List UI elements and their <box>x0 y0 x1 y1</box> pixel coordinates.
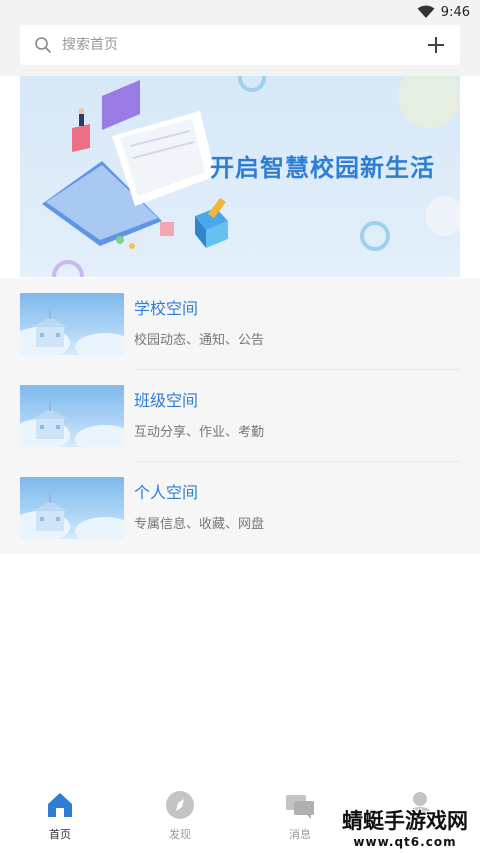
list-item-school-space[interactable]: 学校空间 校园动态、通知、公告 <box>0 278 480 370</box>
list-item-desc: 专属信息、收藏、网盘 <box>134 517 265 532</box>
space-list: 学校空间 校园动态、通知、公告 班级空间 互动分享、作业、考勤 个人空间 专属信… <box>0 278 480 554</box>
list-item-title: 学校空间 <box>134 299 199 318</box>
watermark: 蜻蜓手游戏网 www.qt6.com <box>342 805 468 849</box>
list-item-desc: 校园动态、通知、公告 <box>134 333 265 348</box>
status-time: 9:46 <box>440 4 470 20</box>
plus-icon[interactable] <box>426 35 446 55</box>
watermark-main: 蜻蜓手游戏网 <box>342 809 468 833</box>
search-icon <box>35 37 51 53</box>
list-item-title: 个人空间 <box>134 483 199 502</box>
banner[interactable]: 开启智慧校园新生活 <box>20 76 460 277</box>
school-thumbnail <box>20 293 124 355</box>
search-box[interactable] <box>20 25 460 65</box>
message-icon <box>286 795 314 819</box>
search-bar <box>0 24 480 76</box>
banner-title: 开启智慧校园新生活 <box>210 154 435 182</box>
status-bar: 9:46 <box>0 0 480 24</box>
tab-discover[interactable]: 发现 <box>120 784 240 853</box>
tab-label: 首页 <box>49 828 71 841</box>
tab-home[interactable]: 首页 <box>0 784 120 853</box>
list-item-desc: 互动分享、作业、考勤 <box>134 425 265 440</box>
class-thumbnail <box>20 385 124 447</box>
wifi-icon <box>417 5 435 18</box>
banner-area: 开启智慧校园新生活 <box>0 76 480 278</box>
search-input[interactable] <box>62 37 426 53</box>
list-item-personal-space[interactable]: 个人空间 专属信息、收藏、网盘 <box>0 462 480 554</box>
school-building-icon <box>20 401 124 447</box>
school-building-icon <box>20 493 124 539</box>
home-icon <box>48 793 72 817</box>
compass-icon <box>166 791 194 819</box>
content-area <box>0 554 480 784</box>
list-item-title: 班级空间 <box>134 391 199 410</box>
list-item-class-space[interactable]: 班级空间 互动分享、作业、考勤 <box>0 370 480 462</box>
tab-label: 发现 <box>169 828 191 841</box>
tab-label: 消息 <box>289 828 311 841</box>
personal-thumbnail <box>20 477 124 539</box>
watermark-url: www.qt6.com <box>353 835 457 849</box>
school-building-icon <box>20 309 124 355</box>
